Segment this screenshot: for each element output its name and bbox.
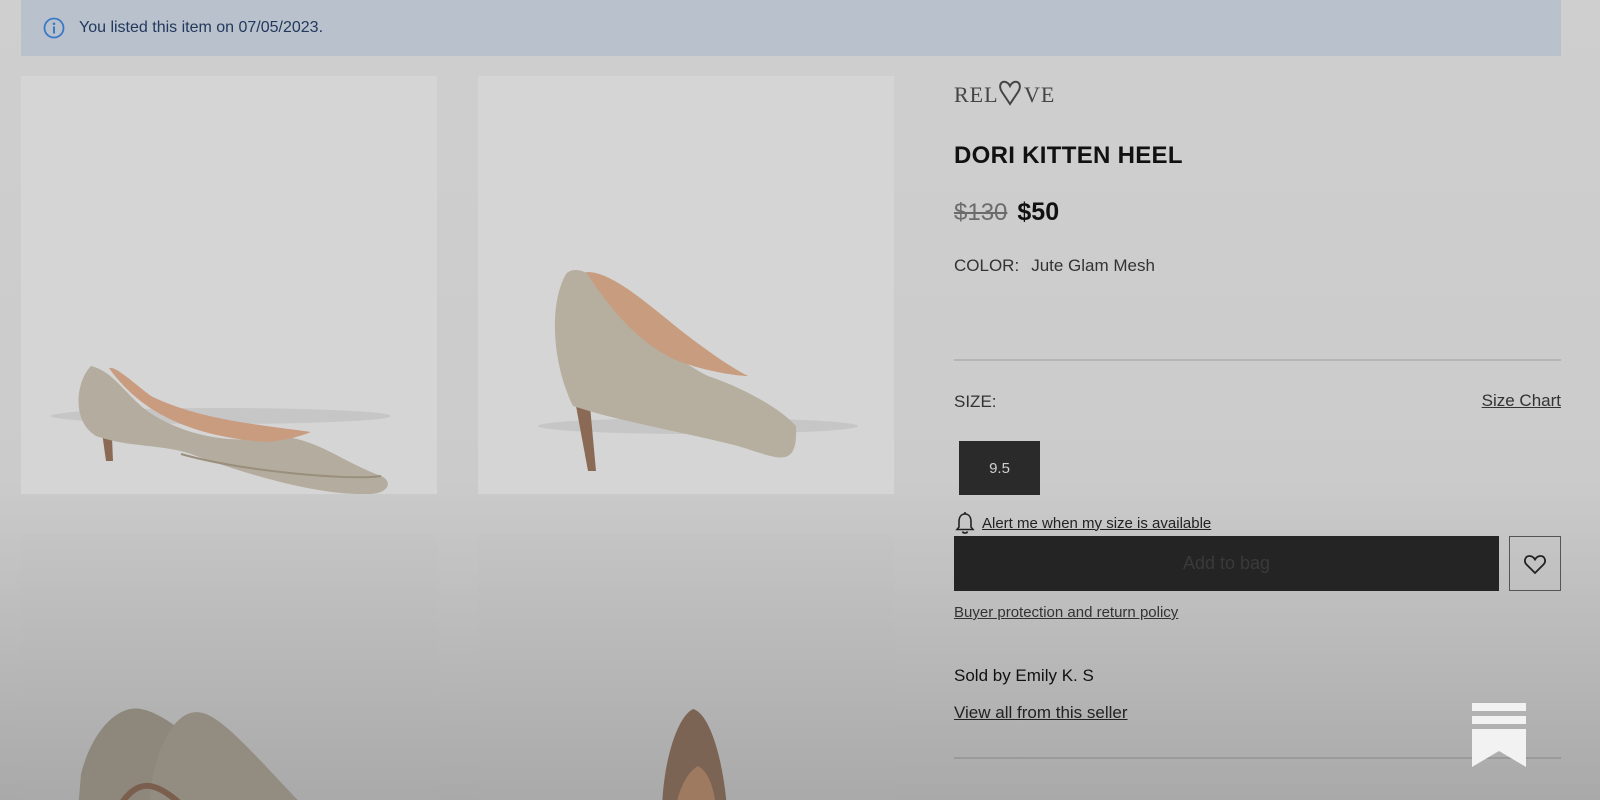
heart-icon: [1524, 554, 1546, 574]
divider: [954, 359, 1561, 361]
size-option-9-5[interactable]: 9.5: [959, 441, 1040, 495]
sale-price: $50: [1017, 198, 1060, 226]
svg-text:REL: REL: [954, 82, 999, 107]
original-price: $130: [954, 199, 1008, 226]
size-chart-link[interactable]: Size Chart: [1482, 391, 1561, 411]
product-image-2[interactable]: [478, 76, 894, 494]
svg-text:VE: VE: [1024, 82, 1055, 107]
bell-icon: [955, 512, 975, 534]
wishlist-button[interactable]: [1509, 536, 1561, 591]
size-alert-link[interactable]: Alert me when my size is available: [954, 511, 1211, 535]
bookmark-icon[interactable]: [1470, 703, 1528, 769]
product-image-3[interactable]: [21, 534, 437, 800]
sold-by-text: Sold by Emily K. S: [954, 666, 1094, 685]
color-row: COLOR: Jute Glam Mesh: [954, 256, 1155, 276]
product-image-4[interactable]: [478, 534, 894, 800]
product-image-1[interactable]: [21, 76, 437, 494]
color-value: Jute Glam Mesh: [1031, 256, 1155, 275]
banner-text: You listed this item on 07/05/2023.: [79, 19, 324, 36]
info-icon: [43, 17, 65, 39]
alert-link-text: Alert me when my size is available: [982, 514, 1212, 532]
product-title: DORI KITTEN HEEL: [954, 142, 1183, 169]
size-label: SIZE:: [954, 392, 997, 411]
buyer-protection-link[interactable]: Buyer protection and return policy: [954, 604, 1178, 621]
view-all-seller-link[interactable]: View all from this seller: [954, 703, 1128, 723]
price-row: $130 $50: [954, 198, 1059, 227]
product-page: You listed this item on 07/05/2023. REL …: [0, 0, 1600, 800]
relove-logo: REL VE: [954, 80, 1055, 107]
add-to-bag-button[interactable]: Add to bag: [954, 536, 1499, 591]
listing-info-banner: You listed this item on 07/05/2023.: [21, 0, 1561, 56]
color-label: COLOR:: [954, 256, 1020, 275]
